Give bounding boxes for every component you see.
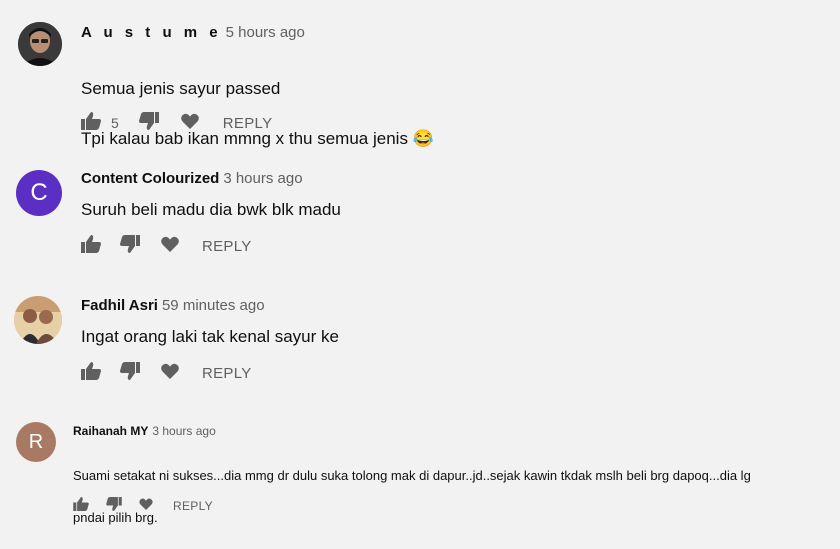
timestamp[interactable]: 59 minutes ago xyxy=(162,297,265,314)
thumbs-down-icon[interactable] xyxy=(120,234,140,258)
avatar-letter: C xyxy=(30,179,48,206)
heart-icon[interactable] xyxy=(161,236,179,257)
comment-header: Fadhil Asri 59 minutes ago xyxy=(81,297,265,314)
avatar-letter: R xyxy=(28,430,44,453)
thumbs-down-icon[interactable] xyxy=(138,111,159,135)
avatar[interactable] xyxy=(14,296,62,344)
timestamp[interactable]: 3 hours ago xyxy=(152,424,215,438)
reply-button[interactable]: REPLY xyxy=(223,115,273,132)
timestamp[interactable]: 3 hours ago xyxy=(223,170,302,187)
heart-icon[interactable] xyxy=(139,497,153,515)
avatar[interactable] xyxy=(18,22,62,66)
like-count: 5 xyxy=(111,115,119,131)
comment-header: Content Colourized 3 hours ago xyxy=(81,170,303,187)
reply-button[interactable]: REPLY xyxy=(202,365,252,382)
heart-icon[interactable] xyxy=(180,113,199,134)
comment-header: A u s t u m e5 hours ago xyxy=(81,24,305,41)
comment-header: Raihanah MY 3 hours ago xyxy=(73,424,216,438)
author-name[interactable]: Content Colourized xyxy=(81,170,219,187)
user-photo-icon xyxy=(14,296,62,344)
reply-button[interactable]: REPLY xyxy=(173,499,213,513)
timestamp[interactable]: 5 hours ago xyxy=(226,24,305,41)
author-name[interactable]: Raihanah MY xyxy=(73,424,148,438)
thumbs-up-icon[interactable] xyxy=(81,111,101,135)
thumbs-down-icon[interactable] xyxy=(120,361,140,385)
thumbs-up-icon[interactable] xyxy=(81,234,101,258)
thumbs-down-icon[interactable] xyxy=(106,496,122,516)
comment-text-line: Suami setakat ni sukses...dia mmg dr dul… xyxy=(73,468,751,483)
thumbs-up-icon[interactable] xyxy=(81,361,101,385)
comment-text: Suruh beli madu dia bwk blk madu xyxy=(81,200,341,219)
avatar[interactable]: R xyxy=(16,422,56,462)
reply-button[interactable]: REPLY xyxy=(202,238,252,255)
comment-actions: REPLY xyxy=(81,361,252,385)
comment-text: Ingat orang laki tak kenal sayur ke xyxy=(81,327,339,346)
heart-icon[interactable] xyxy=(161,363,179,384)
comment-actions: REPLY xyxy=(81,234,252,258)
thumbs-up-icon[interactable] xyxy=(73,496,89,516)
user-photo-icon xyxy=(18,22,62,66)
author-name[interactable]: A u s t u m e xyxy=(81,24,222,41)
comment-actions: 5 REPLY xyxy=(81,111,273,135)
avatar[interactable]: C xyxy=(16,170,62,216)
comment-text-line: Semua jenis sayur passed xyxy=(81,79,281,98)
author-name[interactable]: Fadhil Asri xyxy=(81,297,158,314)
comment-actions: REPLY xyxy=(73,496,213,516)
